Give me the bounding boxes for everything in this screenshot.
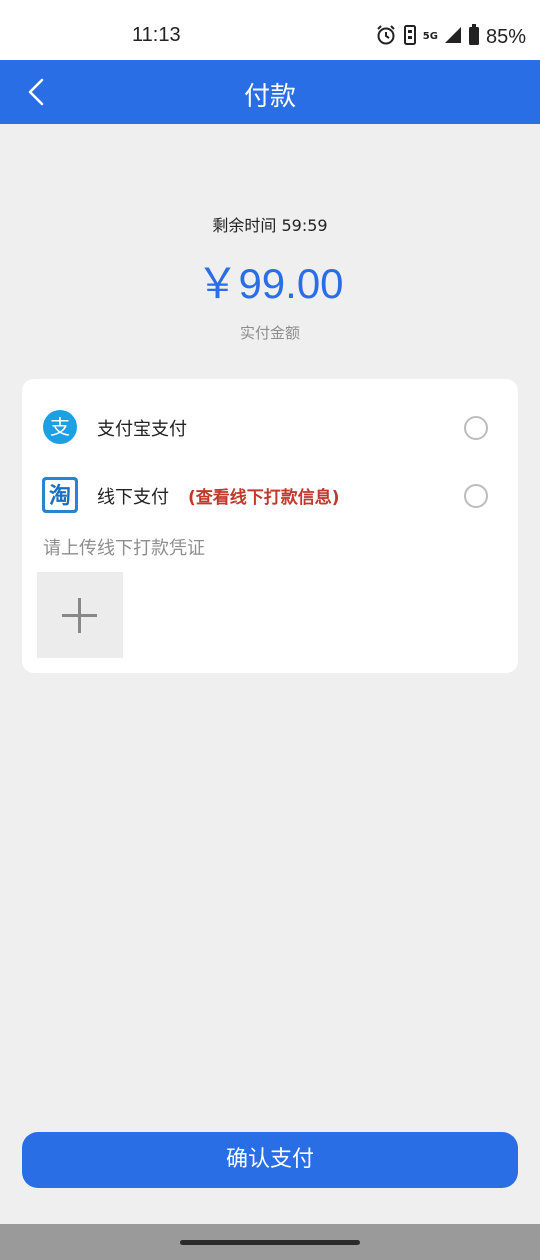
- option-alipay[interactable]: 支 支付宝支付: [22, 401, 518, 451]
- status-icons: 5G 85%: [375, 24, 526, 50]
- alipay-icon: 支: [42, 409, 78, 445]
- page-title: 付款: [243, 82, 296, 112]
- nav-bar: 付款: [0, 60, 540, 124]
- upload-hint: 请上传线下打款凭证: [43, 538, 205, 559]
- vibrate-icon: [403, 24, 417, 50]
- battery-percent: 85%: [485, 25, 526, 48]
- alipay-radio[interactable]: [464, 416, 488, 440]
- payment-method-card: 支 支付宝支付 淘 线下支付 (查看线下打款信息) 请上传线下打款凭证: [22, 379, 518, 673]
- upload-button[interactable]: [37, 572, 123, 658]
- home-indicator[interactable]: [180, 1240, 360, 1245]
- network-type-label: 5G: [422, 31, 438, 42]
- alarm-icon: [375, 24, 397, 50]
- payment-amount: ￥99.00: [196, 260, 344, 307]
- status-bar: 11:13 5G 85%: [0, 0, 540, 60]
- view-offline-info-link[interactable]: (查看线下打款信息): [188, 483, 340, 508]
- taobao-icon: 淘: [42, 477, 78, 513]
- system-nav-bar: [0, 1224, 540, 1260]
- status-time: 11:13: [132, 24, 181, 46]
- option-offline-label: 线下支付: [97, 487, 169, 508]
- svg-text:淘: 淘: [49, 483, 71, 509]
- offline-radio[interactable]: [464, 484, 488, 508]
- countdown-timer: 剩余时间 59:59: [212, 216, 328, 235]
- signal-icon: [444, 26, 462, 48]
- amount-label: 实付金额: [239, 324, 300, 342]
- svg-text:支: 支: [50, 415, 70, 439]
- confirm-payment-button[interactable]: 确认支付: [22, 1132, 518, 1188]
- battery-icon: [468, 24, 480, 50]
- option-offline[interactable]: 淘 线下支付 (查看线下打款信息): [22, 469, 518, 519]
- option-alipay-label: 支付宝支付: [97, 419, 187, 440]
